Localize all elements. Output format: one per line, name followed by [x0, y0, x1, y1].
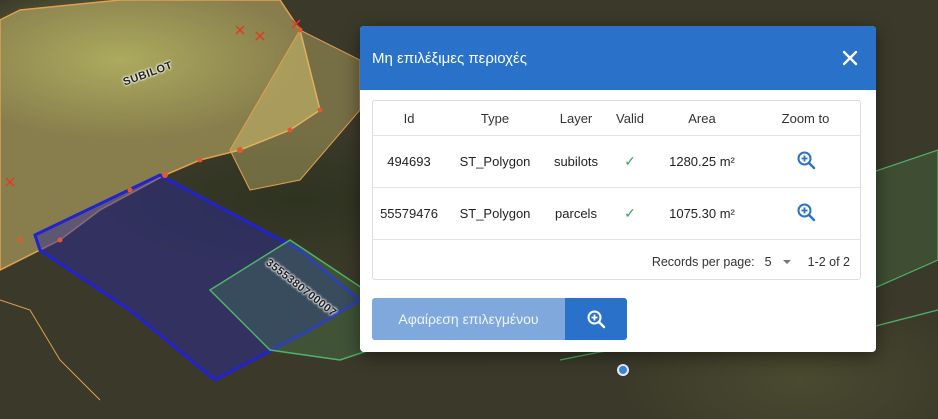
cell-type: ST_Polygon	[445, 187, 545, 240]
table-row[interactable]: 55579476 ST_Polygon parcels ✓ 1075.30 m²	[373, 187, 860, 240]
results-table: Id Type Layer Valid Area Zoom to 494693 …	[373, 101, 860, 240]
location-marker[interactable]	[617, 364, 629, 376]
dialog-title: Μη επιλέξιμες περιοχές	[372, 49, 527, 67]
cell-id: 55579476	[373, 187, 445, 240]
zoom-in-icon[interactable]	[751, 135, 860, 188]
zoom-to-selection-button[interactable]	[565, 298, 627, 340]
column-header-id[interactable]: Id	[373, 101, 445, 136]
ineligible-areas-dialog: Μη επιλέξιμες περιοχές Id Type Layer Val…	[360, 26, 876, 352]
cell-id: 494693	[373, 135, 445, 188]
records-per-page-select[interactable]: 5	[765, 255, 792, 269]
column-header-zoom-to: Zoom to	[751, 101, 860, 136]
zoom-in-icon	[587, 310, 606, 329]
results-table-card: Id Type Layer Valid Area Zoom to 494693 …	[372, 100, 861, 280]
pagination-range: 1-2 of 2	[807, 255, 850, 269]
valid-check-icon: ✓	[607, 135, 653, 188]
records-per-page-value: 5	[764, 255, 772, 269]
pagination-bar: Records per page: 5 1-2 of 2	[373, 240, 860, 284]
table-row[interactable]: 494693 ST_Polygon subilots ✓ 1280.25 m²	[373, 135, 860, 188]
column-header-valid[interactable]: Valid	[607, 101, 653, 136]
records-per-page-label: Records per page:	[651, 255, 755, 269]
dialog-actions: Αφαίρεση επιλεγμένου	[372, 298, 627, 340]
table-header-row: Id Type Layer Valid Area Zoom to	[373, 101, 860, 136]
parcel-boundary-2	[0, 299, 101, 401]
cell-layer: parcels	[545, 187, 607, 240]
valid-check-icon: ✓	[607, 187, 653, 240]
column-header-type[interactable]: Type	[445, 101, 545, 136]
column-header-layer[interactable]: Layer	[545, 101, 607, 136]
column-header-area[interactable]: Area	[653, 101, 751, 136]
zoom-in-icon[interactable]	[751, 187, 860, 240]
cell-area: 1075.30 m²	[653, 187, 751, 240]
cell-area: 1280.25 m²	[653, 135, 751, 188]
close-icon[interactable]	[836, 44, 864, 72]
dialog-header: Μη επιλέξιμες περιοχές	[360, 26, 876, 90]
remove-selected-button[interactable]: Αφαίρεση επιλεγμένου	[372, 298, 565, 340]
chevron-down-icon	[782, 260, 791, 264]
cell-layer: subilots	[545, 135, 607, 188]
cell-type: ST_Polygon	[445, 135, 545, 188]
